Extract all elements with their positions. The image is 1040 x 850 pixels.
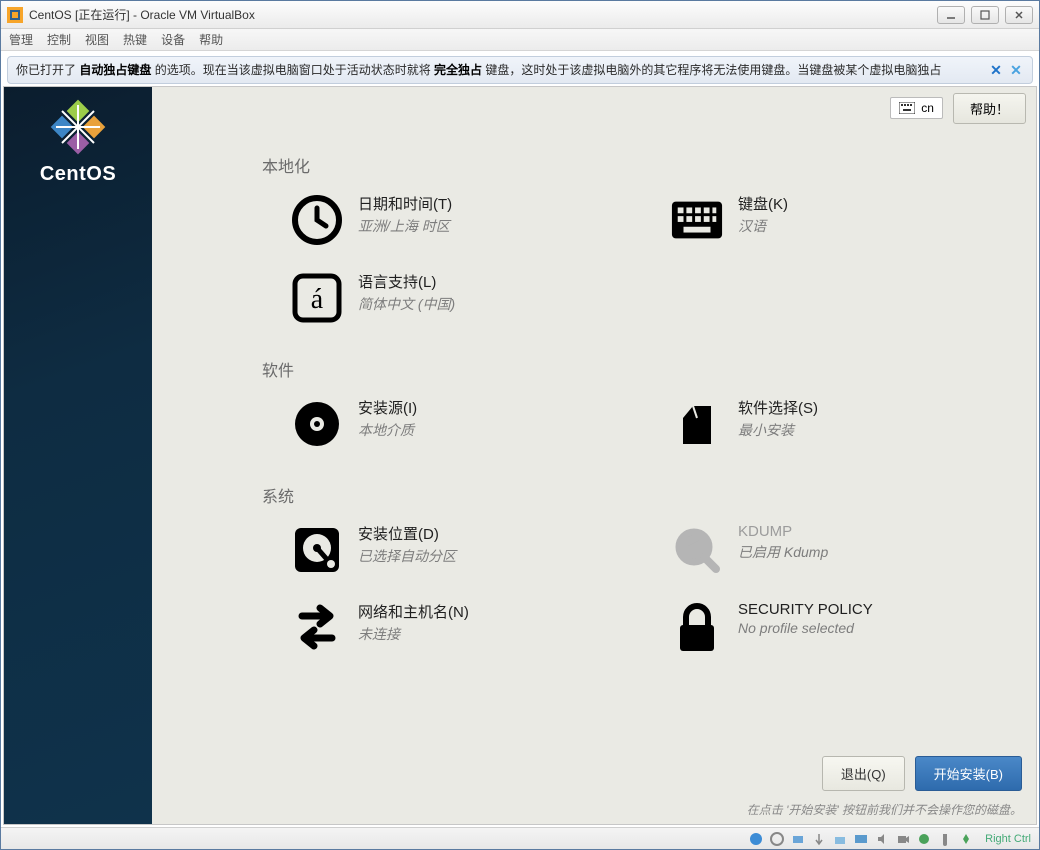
disc-icon bbox=[290, 397, 344, 451]
maximize-button[interactable] bbox=[971, 6, 999, 24]
keyboard-large-icon bbox=[670, 193, 724, 247]
close-button[interactable] bbox=[1005, 6, 1033, 24]
section-system: 系统 bbox=[262, 483, 1016, 507]
titlebar: CentOS [正在运行] - Oracle VM VirtualBox bbox=[1, 1, 1039, 29]
anaconda-installer: CentOS cn 帮助！ 本地化 bbox=[3, 86, 1037, 825]
footer: 退出(Q) 开始安装(B) bbox=[152, 738, 1036, 801]
spoke-title: 安装位置(D) bbox=[358, 523, 456, 544]
svg-text:á: á bbox=[311, 284, 324, 315]
kdump-icon bbox=[670, 523, 724, 577]
window-title: CentOS [正在运行] - Oracle VM VirtualBox bbox=[29, 6, 937, 23]
spoke-title: 安装源(I) bbox=[358, 397, 417, 418]
banner-message: 你已打开了 自动独占键盘 的选项。现在当该虚拟电脑窗口处于活动状态时就将 完全独… bbox=[16, 61, 988, 79]
menu-help[interactable]: 帮助 bbox=[199, 31, 223, 48]
spoke-status: 已启用 Kdump bbox=[738, 542, 828, 562]
spoke-security-policy[interactable]: SECURITY POLICY No profile selected bbox=[642, 595, 982, 673]
keyboard-capture-banner: 你已打开了 自动独占键盘 的选项。现在当该虚拟电脑窗口处于活动状态时就将 完全独… bbox=[7, 56, 1033, 84]
spoke-title: 网络和主机名(N) bbox=[358, 601, 469, 622]
spoke-status: No profile selected bbox=[738, 620, 873, 636]
spoke-status: 未连接 bbox=[358, 624, 469, 644]
spoke-status: 最小安装 bbox=[738, 420, 818, 440]
menu-manage[interactable]: 管理 bbox=[9, 31, 33, 48]
virtualbox-window: CentOS [正在运行] - Oracle VM VirtualBox 管理 … bbox=[0, 0, 1040, 850]
section-localization: 本地化 bbox=[262, 153, 1016, 177]
harddisk-icon bbox=[290, 523, 344, 577]
topbar: cn 帮助！ bbox=[152, 87, 1036, 129]
spoke-title: 键盘(K) bbox=[738, 193, 788, 214]
lock-icon bbox=[670, 601, 724, 655]
brand-name: CentOS bbox=[40, 163, 116, 186]
spoke-status: 亚洲/上海 时区 bbox=[358, 216, 452, 236]
quit-button[interactable]: 退出(Q) bbox=[822, 756, 905, 791]
menu-view[interactable]: 视图 bbox=[85, 31, 109, 48]
help-button[interactable]: 帮助！ bbox=[953, 93, 1026, 124]
minimize-button[interactable] bbox=[937, 6, 965, 24]
spoke-title: 日期和时间(T) bbox=[358, 193, 452, 214]
status-share-icon[interactable] bbox=[832, 831, 848, 847]
spoke-title: KDUMP bbox=[738, 523, 828, 540]
summary-content: 本地化 日期和时间(T) 亚洲/上海 时区 bbox=[152, 129, 1036, 738]
language-icon: á bbox=[290, 271, 344, 325]
keyboard-icon bbox=[899, 102, 915, 114]
banner-dismiss-icon[interactable]: ✕ bbox=[988, 62, 1004, 78]
sidebar: CentOS bbox=[4, 87, 152, 824]
status-keyboard-icon[interactable] bbox=[958, 831, 974, 847]
spoke-network[interactable]: 网络和主机名(N) 未连接 bbox=[262, 595, 602, 673]
status-audio-icon[interactable] bbox=[874, 831, 890, 847]
statusbar: Right Ctrl bbox=[1, 827, 1039, 849]
spoke-installation-destination[interactable]: 安装位置(D) 已选择自动分区 bbox=[262, 517, 602, 595]
keyboard-layout-indicator[interactable]: cn bbox=[890, 97, 943, 119]
spoke-title: SECURITY POLICY bbox=[738, 601, 873, 618]
status-display-icon[interactable] bbox=[853, 831, 869, 847]
menu-control[interactable]: 控制 bbox=[47, 31, 71, 48]
spoke-status: 简体中文 (中国) bbox=[358, 294, 455, 314]
spoke-title: 语言支持(L) bbox=[358, 271, 455, 292]
menu-device[interactable]: 设备 bbox=[161, 31, 185, 48]
status-camera-icon[interactable] bbox=[895, 831, 911, 847]
begin-install-button[interactable]: 开始安装(B) bbox=[915, 756, 1022, 791]
spoke-kdump[interactable]: KDUMP 已启用 Kdump bbox=[642, 517, 982, 595]
status-hdd-icon[interactable] bbox=[748, 831, 764, 847]
footer-hint: 在点击 '开始安装' 按钮前我们并不会操作您的磁盘。 bbox=[152, 801, 1036, 824]
spoke-language[interactable]: á 语言支持(L) 简体中文 (中国) bbox=[262, 265, 602, 343]
spoke-title: 软件选择(S) bbox=[738, 397, 818, 418]
section-software: 软件 bbox=[262, 357, 1016, 381]
banner-dismiss-all-icon[interactable]: ✕ bbox=[1008, 62, 1024, 78]
status-cd-icon[interactable] bbox=[769, 831, 785, 847]
keyboard-layout-label: cn bbox=[921, 101, 934, 115]
spoke-status: 已选择自动分区 bbox=[358, 546, 456, 566]
spoke-status: 汉语 bbox=[738, 216, 788, 236]
network-icon bbox=[290, 601, 344, 655]
app-icon bbox=[7, 7, 23, 23]
status-record-icon[interactable] bbox=[916, 831, 932, 847]
spoke-software-selection[interactable]: 软件选择(S) 最小安装 bbox=[642, 391, 982, 469]
status-usb-icon[interactable] bbox=[811, 831, 827, 847]
package-icon bbox=[670, 397, 724, 451]
menubar: 管理 控制 视图 热键 设备 帮助 bbox=[1, 29, 1039, 51]
spoke-keyboard[interactable]: 键盘(K) 汉语 bbox=[642, 187, 982, 265]
spoke-status: 本地介质 bbox=[358, 420, 417, 440]
status-net-icon[interactable] bbox=[790, 831, 806, 847]
status-mouse-icon[interactable] bbox=[937, 831, 953, 847]
menu-hotkey[interactable]: 热键 bbox=[123, 31, 147, 48]
spoke-installation-source[interactable]: 安装源(I) 本地介质 bbox=[262, 391, 602, 469]
centos-logo-icon bbox=[48, 97, 108, 157]
clock-icon bbox=[290, 193, 344, 247]
hostkey-label: Right Ctrl bbox=[985, 833, 1031, 845]
spoke-datetime[interactable]: 日期和时间(T) 亚洲/上海 时区 bbox=[262, 187, 602, 265]
